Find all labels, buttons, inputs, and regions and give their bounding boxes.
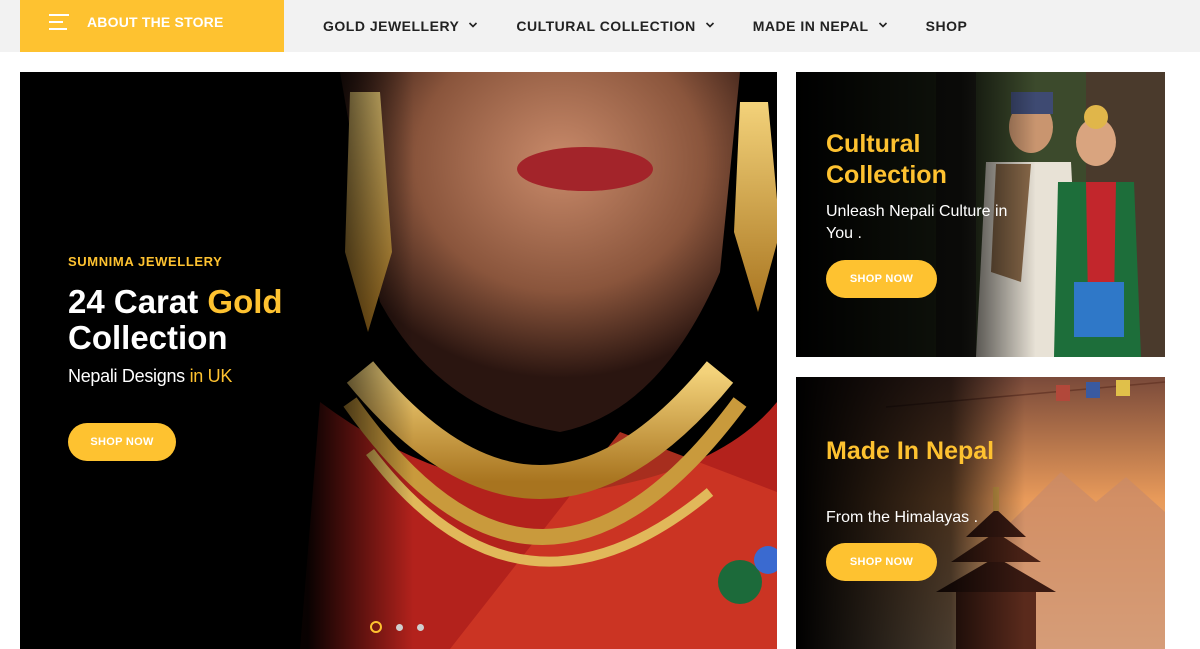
cultural-collection-title: Cultural Collection — [826, 130, 947, 189]
chevron-down-icon — [469, 22, 478, 28]
hero-title-line2: Collection — [68, 319, 228, 356]
slider-dot-3[interactable] — [417, 623, 424, 631]
main-nav: GOLD JEWELLERY CULTURAL COLLECTION MADE … — [323, 0, 1005, 52]
slider-dot-1[interactable] — [370, 621, 382, 633]
cultural-collection-shop-now-button[interactable]: SHOP NOW — [826, 260, 937, 298]
nav-cultural-collection[interactable]: CULTURAL COLLECTION — [516, 5, 714, 47]
made-in-nepal-shop-now-button[interactable]: SHOP NOW — [826, 543, 937, 581]
top-navigation: ABOUT THE STORE GOLD JEWELLERY CULTURAL … — [0, 0, 1200, 52]
hero-subtitle-highlight: in UK — [189, 366, 233, 386]
hamburger-menu-icon — [49, 14, 69, 30]
hero-title-part1: 24 Carat — [68, 283, 208, 320]
nav-cultural-collection-label: CULTURAL COLLECTION — [516, 18, 696, 34]
nav-gold-jewellery-label: GOLD JEWELLERY — [323, 18, 460, 34]
about-the-store-label: ABOUT THE STORE — [87, 14, 224, 30]
cultural-collection-subtitle: Unleash Nepali Culture in You . — [826, 203, 1008, 242]
nav-gold-jewellery[interactable]: GOLD JEWELLERY — [323, 5, 478, 47]
hero-image-jewellery-model — [20, 72, 777, 649]
hero-subtitle: Nepali Designs in UK — [68, 366, 232, 387]
slider-dot-2[interactable] — [396, 623, 403, 631]
made-in-nepal-card[interactable]: Made In Nepal From the Himalayas . SHOP … — [796, 377, 1165, 649]
slider-pagination — [370, 621, 438, 633]
hero-eyebrow: SUMNIMA JEWELLERY — [68, 254, 223, 269]
cultural-collection-card[interactable]: Cultural Collection Unleash Nepali Cultu… — [796, 72, 1165, 357]
about-the-store-button[interactable]: ABOUT THE STORE — [20, 0, 284, 52]
made-in-nepal-title: Made In Nepal — [826, 437, 995, 465]
hero-title-highlight: Gold — [207, 283, 283, 320]
chevron-down-icon — [878, 22, 887, 28]
hero-banner: SUMNIMA JEWELLERY 24 Carat Gold Collecti… — [20, 72, 777, 649]
hero-subtitle-part1: Nepali Designs — [68, 366, 190, 386]
nav-shop[interactable]: SHOP — [926, 5, 968, 47]
made-in-nepal-subtitle: From the Himalayas . — [826, 509, 979, 526]
hero-shop-now-button[interactable]: SHOP NOW — [68, 423, 176, 461]
chevron-down-icon — [705, 22, 714, 28]
nav-shop-label: SHOP — [925, 18, 968, 34]
hero-title: 24 Carat Gold Collection — [68, 284, 283, 356]
nav-made-in-nepal[interactable]: MADE IN NEPAL — [753, 5, 888, 47]
nav-made-in-nepal-label: MADE IN NEPAL — [752, 18, 869, 34]
